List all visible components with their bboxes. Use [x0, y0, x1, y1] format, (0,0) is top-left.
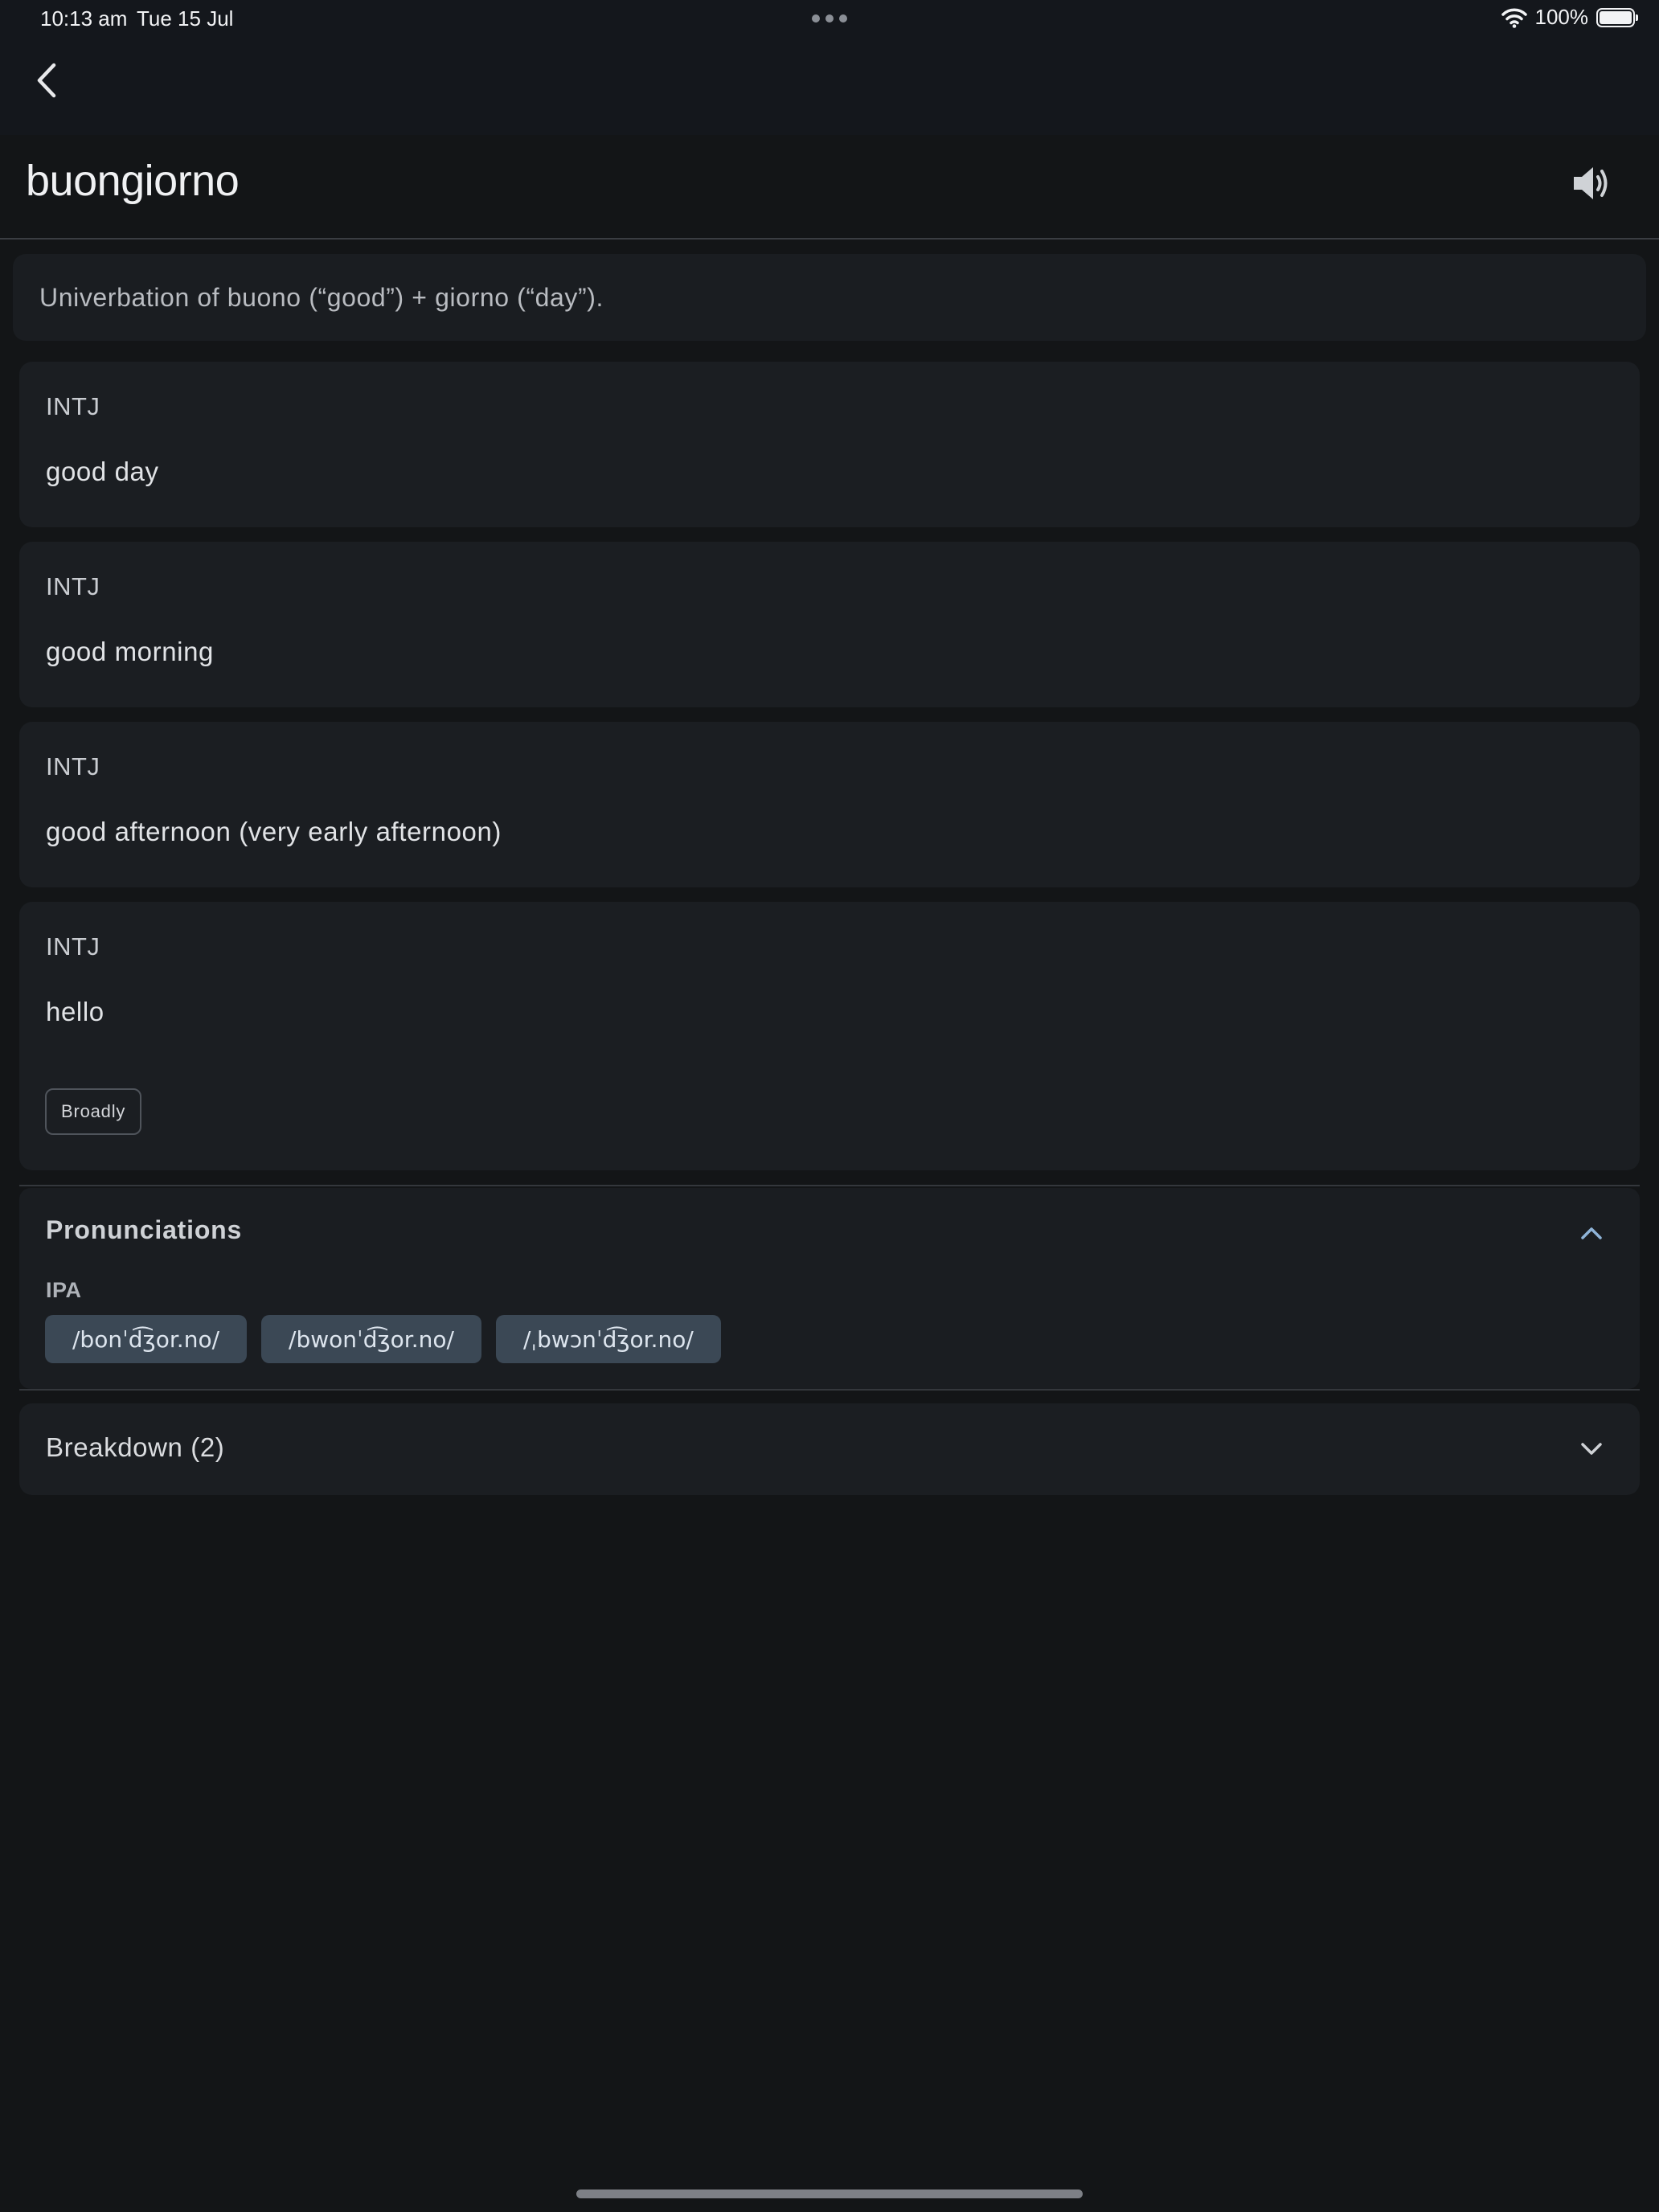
expand-breakdown-button[interactable]: [1566, 1423, 1617, 1475]
sense-gloss: good day: [46, 457, 159, 486]
sense-card: INTJ hello Broadly: [19, 902, 1640, 1170]
ipa-chip[interactable]: /bwonˈd͡ʒor.no/: [261, 1315, 481, 1363]
navigation-bar: [0, 39, 1659, 135]
sense-gloss: good morning: [46, 637, 215, 666]
usage-tag: Broadly: [45, 1088, 142, 1135]
back-button[interactable]: [23, 56, 71, 104]
chevron-left-icon: [37, 63, 56, 98]
status-date: Tue 15 Jul: [137, 6, 234, 31]
sense-gloss: hello: [46, 997, 104, 1026]
ipa-chip[interactable]: /bonˈd͡ʒor.no/: [45, 1315, 248, 1363]
collapse-pronunciations-button[interactable]: [1566, 1207, 1617, 1259]
etymology-text: Univerbation of buono (“good”) + giorno …: [39, 282, 604, 312]
sense-card: INTJ good afternoon (very early afternoo…: [19, 722, 1640, 887]
wifi-icon: [1501, 8, 1527, 28]
ipa-chip-list: /bonˈd͡ʒor.no/ /bwonˈd͡ʒor.no/ /ˌbwɔnˈd͡…: [45, 1315, 721, 1363]
breakdown-label: Breakdown (2): [46, 1432, 225, 1462]
ipa-chip[interactable]: /ˌbwɔnˈd͡ʒor.no/: [495, 1315, 721, 1363]
page-title: buongiorno: [26, 157, 240, 205]
part-of-speech: INTJ: [46, 392, 100, 420]
sense-card: INTJ good day: [19, 362, 1640, 527]
part-of-speech: INTJ: [46, 572, 100, 600]
ipa-label: IPA: [46, 1278, 82, 1302]
divider: [19, 1389, 1640, 1391]
chevron-up-icon: [1581, 1227, 1602, 1239]
word-header: buongiorno: [0, 135, 1659, 240]
battery-percent: 100%: [1534, 5, 1589, 29]
pronunciations-title: Pronunciations: [46, 1215, 243, 1244]
divider: [19, 1185, 1640, 1186]
part-of-speech: INTJ: [46, 752, 100, 780]
status-right: 100%: [1501, 5, 1638, 30]
sense-card: INTJ good morning: [19, 542, 1640, 707]
breakdown-section[interactable]: Breakdown (2): [19, 1403, 1640, 1495]
battery-icon: [1596, 7, 1638, 27]
etymology-card: Univerbation of buono (“good”) + giorno …: [13, 254, 1646, 341]
status-time: 10:13 am: [40, 6, 128, 31]
chevron-down-icon: [1581, 1443, 1602, 1455]
speaker-icon: [1574, 167, 1608, 199]
pronunciations-section: Pronunciations IPA /bonˈd͡ʒor.no/ /bwonˈ…: [19, 1188, 1640, 1389]
sense-gloss: good afternoon (very early afternoon): [46, 817, 502, 846]
home-indicator[interactable]: [576, 2189, 1083, 2198]
part-of-speech: INTJ: [46, 932, 100, 961]
multitasking-dots-icon[interactable]: [812, 14, 847, 23]
play-pronunciation-button[interactable]: [1566, 158, 1617, 209]
status-bar: 10:13 am Tue 15 Jul 100%: [0, 0, 1659, 39]
